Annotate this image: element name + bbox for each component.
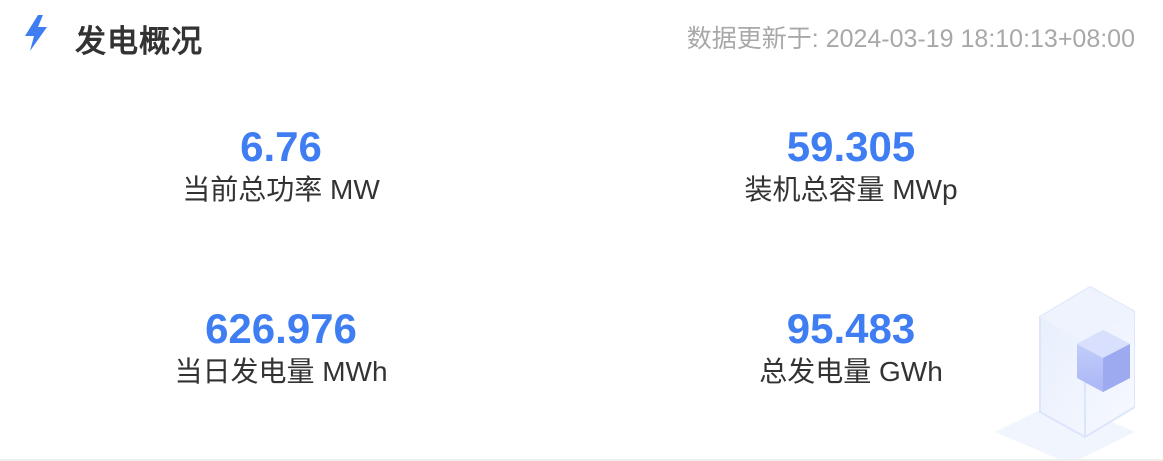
stat-value: 59.305	[786, 123, 916, 170]
stat-label: 装机总容量 MWp	[744, 174, 958, 205]
stat-current-power: 6.76 当前总功率 MW	[81, 124, 481, 208]
card-title: 发电概况	[75, 24, 203, 59]
stat-value: 626.976	[205, 305, 357, 352]
cube-decoration-icon	[995, 285, 1135, 461]
lightning-bolt-icon	[25, 15, 47, 51]
stat-installed-capacity: 59.305 装机总容量 MWp	[651, 124, 1051, 208]
stat-label: 当日发电量 MWh	[174, 356, 388, 387]
stat-daily-generation: 626.976 当日发电量 MWh	[81, 306, 481, 390]
generation-overview-card: 发电概况 数据更新于: 2024-03-19 18:10:13+08:00 6.…	[0, 0, 1163, 461]
stat-label: 当前总功率 MW	[182, 174, 380, 205]
stat-value: 6.76	[240, 123, 322, 170]
card-header: 发电概况 数据更新于: 2024-03-19 18:10:13+08:00	[0, 0, 1163, 70]
update-timestamp: 数据更新于: 2024-03-19 18:10:13+08:00	[686, 25, 1135, 53]
